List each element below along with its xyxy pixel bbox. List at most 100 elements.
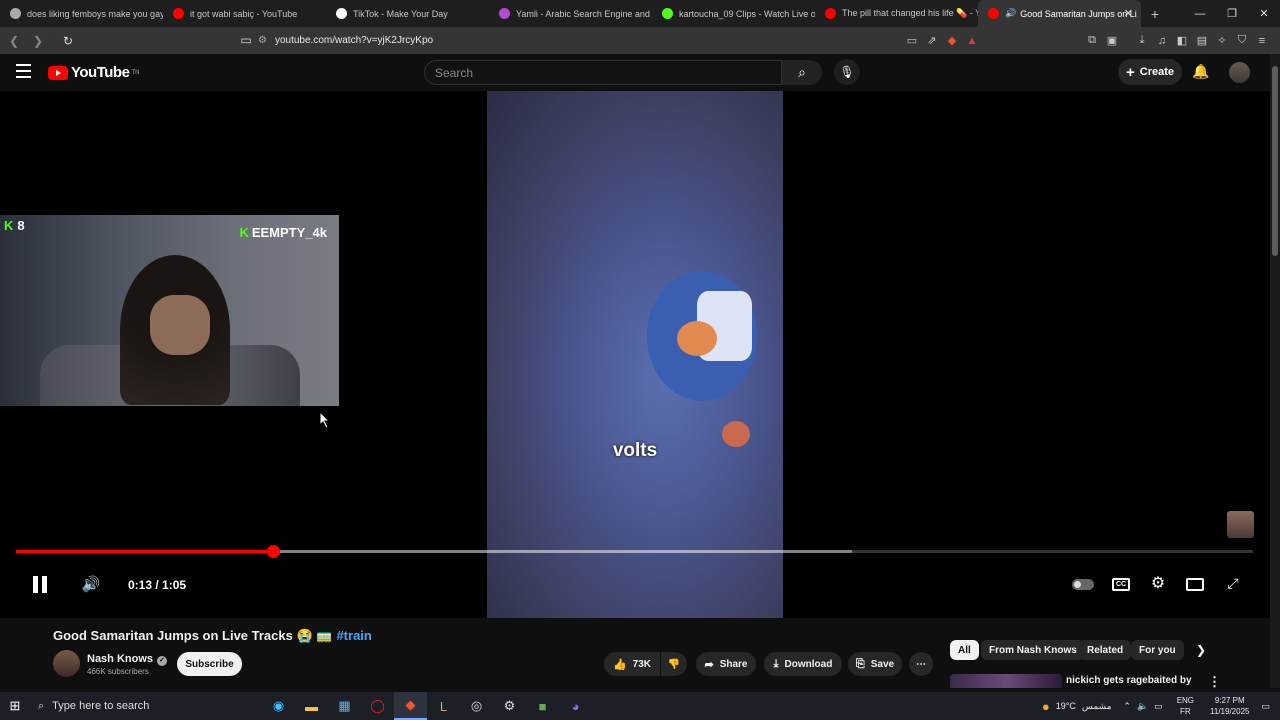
settings-gear-icon[interactable]: ⚙ (1148, 573, 1168, 593)
share-button[interactable]: ➦ Share (696, 652, 756, 676)
more-actions-button[interactable]: ⋯ (909, 652, 933, 676)
browser-tab[interactable]: does liking femboys make you gay (0, 0, 163, 27)
chip-for-you[interactable]: For you (1131, 640, 1184, 660)
language-indicator[interactable]: ENG FR (1177, 695, 1194, 717)
windows-start-icon[interactable]: ⊞ (0, 698, 30, 714)
weather-temp[interactable]: 19°C (1056, 701, 1076, 711)
music-icon[interactable]: ♫ (1152, 31, 1172, 50)
restore-icon[interactable]: ❐ (1216, 0, 1248, 27)
account-avatar[interactable] (1229, 62, 1250, 83)
network-icon[interactable]: ▭ (1154, 701, 1163, 712)
hamburger-menu-icon[interactable] (16, 64, 31, 82)
chip-all[interactable]: All (950, 640, 979, 660)
url-field[interactable]: ⚙ youtube.com/watch?v=yjK2JrcyKpo (258, 31, 978, 50)
browser-tab[interactable]: TikTok - Make Your Day (326, 0, 489, 27)
taskbar-search[interactable]: ⌕ Type here to search (30, 692, 262, 720)
settings-icon[interactable]: ⚙ (493, 692, 526, 720)
recommendation-menu-icon[interactable]: ⋮ (1208, 674, 1221, 690)
chips-next-icon[interactable]: ❯ (1196, 643, 1206, 657)
extensions-icon[interactable]: ⧉ (1082, 31, 1102, 50)
browser-tab[interactable]: Yamli - Arabic Search Engine and Sm (489, 0, 652, 27)
edge-icon[interactable]: ◉ (262, 692, 295, 720)
tab-search-icon[interactable]: ▣ (1102, 31, 1122, 50)
browser-tab[interactable]: kartoucha_09 Clips - Watch Live on K (652, 0, 815, 27)
fullscreen-icon[interactable]: ⤢ (1223, 573, 1243, 593)
channel-name[interactable]: Nash Knows ✓ (87, 653, 168, 666)
progress-scrubber[interactable] (267, 545, 281, 558)
scrollbar-thumb[interactable] (1272, 66, 1278, 256)
page-scrollbar[interactable] (1270, 54, 1280, 688)
weather-text: مشمس (1081, 700, 1112, 711)
search-icon: ⌕ (38, 699, 45, 712)
youtube-logo[interactable]: YouTube TN (48, 64, 139, 81)
file-explorer-icon[interactable]: ▬ (295, 692, 328, 720)
league-client-icon[interactable]: L (427, 692, 460, 720)
leo-ai-icon[interactable]: ✧ (1212, 31, 1232, 50)
volume-icon[interactable]: 🔊 (80, 573, 102, 595)
dislike-button[interactable]: 👎 (661, 652, 687, 676)
close-tab-icon[interactable]: ✕ (1124, 7, 1133, 20)
back-icon[interactable]: ❮ (4, 34, 24, 48)
like-button[interactable]: 👍 73K (604, 652, 660, 676)
brave-shields-icon[interactable]: ◆ (942, 31, 962, 50)
save-button[interactable]: ⎘ Save (848, 652, 902, 676)
new-tab-button[interactable]: + (1141, 6, 1169, 22)
time-display: 0:13 / 1:05 (128, 578, 187, 592)
recorder-icon[interactable]: ◎ (460, 692, 493, 720)
taskbar-apps: ◉ ▬ ▦ ◯ ◆ L ◎ ⚙ ■ ◕ (262, 692, 592, 720)
wallet-icon[interactable]: ▤ (1192, 31, 1212, 50)
autoplay-toggle[interactable] (1072, 579, 1094, 590)
notifications-bell-icon[interactable]: 🔔 (1192, 63, 1209, 80)
video-player[interactable]: volts K8 K EEMPTY_4k 🔊 0:13 / 1:05 CC ⚙ ⤢ (0, 91, 1270, 618)
subtitles-icon[interactable]: CC (1112, 578, 1130, 591)
video-details: Good Samaritan Jumps on Live Tracks 😭 🚃 #… (0, 618, 1270, 690)
hashtag-link[interactable]: #train (336, 628, 371, 643)
menu-icon[interactable]: ≡ (1252, 31, 1272, 50)
discord-icon[interactable]: ◕ (559, 692, 592, 720)
minecraft-icon[interactable]: ■ (526, 692, 559, 720)
share-page-icon[interactable]: ⇗ (922, 31, 942, 50)
tab-title: does liking femboys make you gay (27, 8, 163, 19)
chip-related[interactable]: Related (1079, 640, 1132, 660)
browser-tab[interactable]: The pill that changed his life 💊 - Yo (815, 0, 978, 27)
store-icon[interactable]: ▦ (328, 692, 361, 720)
browser-tab-active[interactable]: 🔊 Good Samaritan Jumps on Li ✕ (978, 0, 1141, 27)
reload-icon[interactable]: ↻ (58, 34, 78, 48)
recommendation-thumbnail[interactable] (950, 674, 1062, 688)
minimize-icon[interactable]: — (1184, 0, 1216, 27)
brave-rewards-icon[interactable]: ▲ (962, 31, 982, 50)
tray-expand-icon[interactable]: ⌃ (1123, 701, 1131, 712)
download-icon[interactable]: ⤓ (1132, 31, 1152, 50)
volume-tray-icon[interactable]: 🔈 (1137, 701, 1148, 712)
vpn-icon[interactable]: ⛉ (1232, 31, 1252, 50)
search-button[interactable]: ⌕ (782, 60, 822, 85)
forward-icon[interactable]: ❯ (28, 34, 48, 48)
subscribe-button[interactable]: Subscribe (177, 652, 242, 676)
channel-name-text: Nash Knows (87, 653, 154, 665)
channel-watermark[interactable] (1227, 511, 1254, 538)
voice-search-button[interactable]: 🎙 (834, 59, 860, 85)
bookmark-icon[interactable]: ▭ (236, 33, 256, 47)
browser-tab[interactable]: it got wabi sabiç - YouTube (163, 0, 326, 27)
create-button[interactable]: + Create (1118, 59, 1182, 85)
chip-from-channel[interactable]: From Nash Knows (981, 640, 1085, 660)
opera-icon[interactable]: ◯ (361, 692, 394, 720)
tab-title: Good Samaritan Jumps on Li (1020, 8, 1137, 19)
theater-mode-icon[interactable] (1186, 578, 1204, 591)
download-button[interactable]: ⤓ Download (764, 652, 842, 676)
progress-bar[interactable] (16, 545, 1253, 558)
search-input[interactable]: Search (424, 60, 782, 85)
clock[interactable]: 9:27 PM 11/19/2025 (1210, 695, 1249, 717)
channel-avatar[interactable] (53, 650, 80, 677)
download-icon: ⤓ (773, 657, 779, 670)
cast-icon[interactable]: ▭ (902, 31, 922, 50)
site-info-icon[interactable]: ⚙ (258, 35, 267, 46)
notifications-icon[interactable]: ▭ (1261, 701, 1270, 712)
sidebar-icon[interactable]: ◧ (1172, 31, 1192, 50)
brave-browser-icon[interactable]: ◆ (394, 692, 427, 720)
pause-button[interactable] (30, 573, 50, 595)
lang-secondary: FR (1180, 707, 1191, 716)
close-window-icon[interactable]: ✕ (1248, 0, 1280, 27)
recommendation-title[interactable]: nickich gets ragebaited by the bad mic w… (1066, 674, 1206, 688)
like-count: 73K (632, 658, 652, 670)
